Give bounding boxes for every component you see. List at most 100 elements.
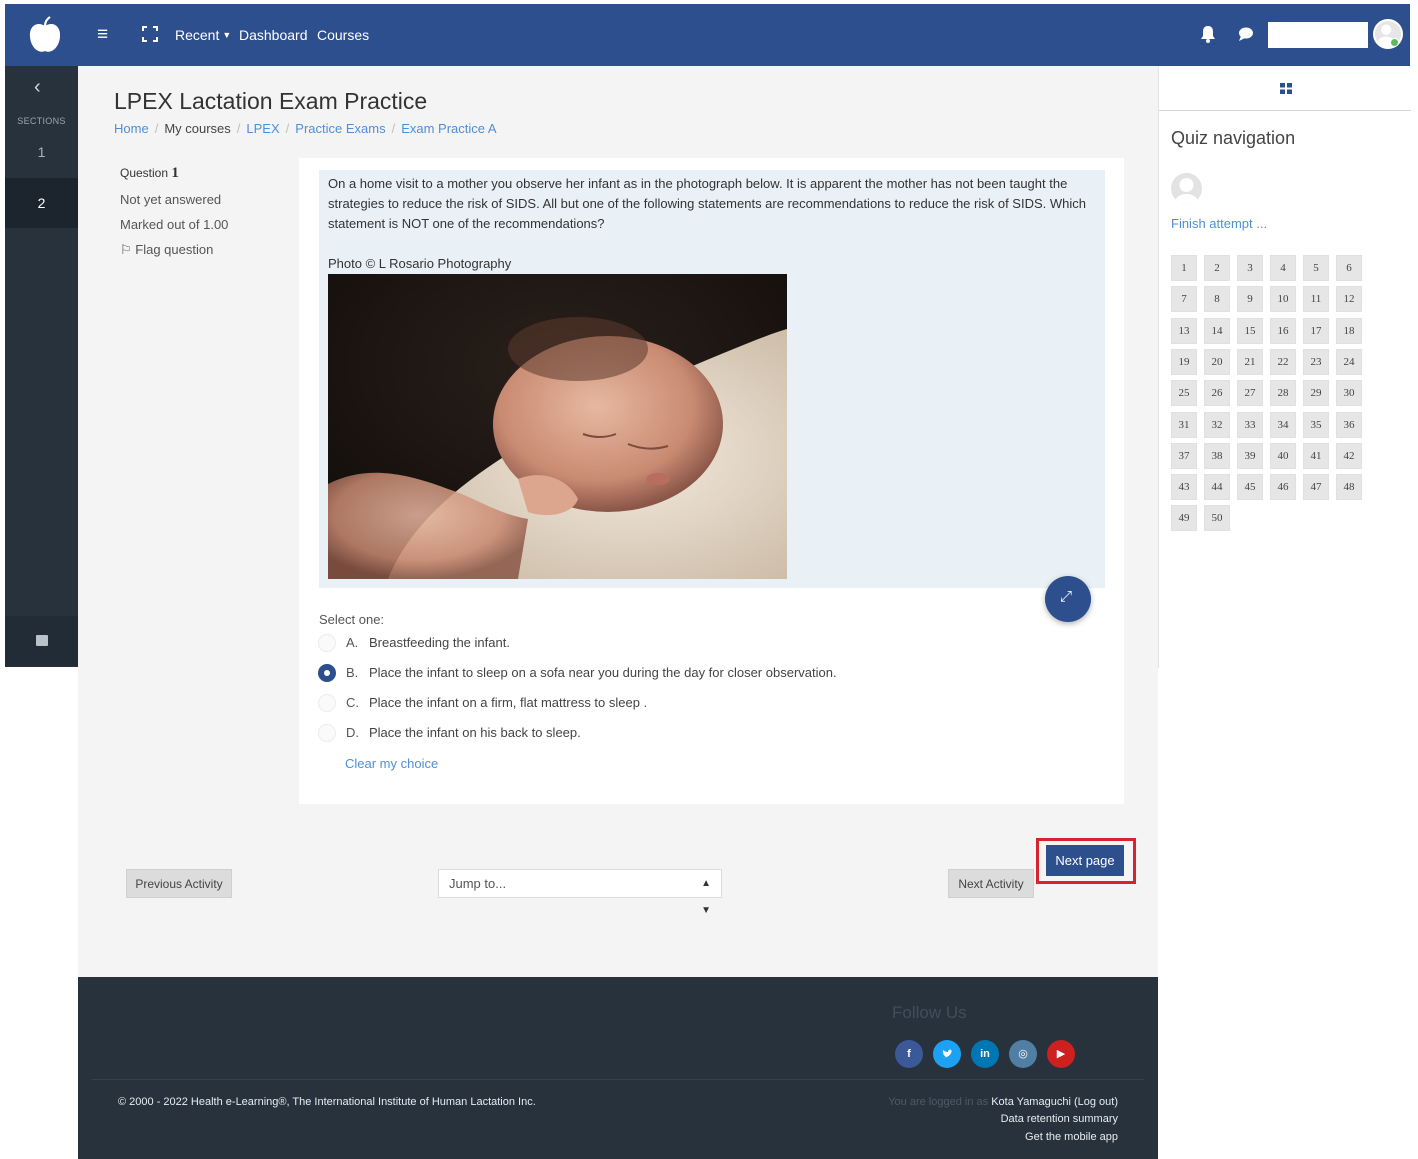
breadcrumb-my-courses[interactable]: My courses xyxy=(164,121,230,136)
quiz-nav-question-27[interactable]: 27 xyxy=(1237,380,1263,407)
quiz-nav-question-47[interactable]: 47 xyxy=(1303,474,1329,501)
quiz-nav-question-12[interactable]: 12 xyxy=(1336,286,1362,313)
quiz-nav-question-2[interactable]: 2 xyxy=(1204,255,1230,281)
quiz-nav-question-19[interactable]: 19 xyxy=(1171,348,1197,375)
quiz-nav-question-44[interactable]: 44 xyxy=(1204,474,1230,501)
quiz-nav-question-48[interactable]: 48 xyxy=(1336,474,1362,501)
quiz-nav-question-24[interactable]: 24 xyxy=(1336,348,1362,375)
quiz-nav-question-41[interactable]: 41 xyxy=(1303,442,1329,469)
quiz-nav-question-45[interactable]: 45 xyxy=(1237,474,1263,501)
nav-dashboard[interactable]: Dashboard xyxy=(239,27,308,43)
quiz-nav-question-3[interactable]: 3 xyxy=(1237,255,1263,281)
flag-icon: ⚐ xyxy=(120,242,132,257)
quiz-nav-question-38[interactable]: 38 xyxy=(1204,442,1230,469)
search-input[interactable] xyxy=(1268,22,1368,48)
question-marks: Marked out of 1.00 xyxy=(120,217,229,232)
finish-attempt-link[interactable]: Finish attempt ... xyxy=(1171,216,1267,231)
quiz-nav-question-5[interactable]: 5 xyxy=(1303,255,1329,281)
quiz-nav-question-42[interactable]: 42 xyxy=(1336,442,1362,469)
bell-icon[interactable] xyxy=(1200,25,1216,43)
option-c-text[interactable]: Place the infant on a firm, flat mattres… xyxy=(369,693,647,713)
quiz-nav-question-30[interactable]: 30 xyxy=(1336,380,1362,407)
caret-down-icon: ▼ xyxy=(222,30,232,40)
quiz-nav-question-15[interactable]: 15 xyxy=(1237,317,1263,344)
quiz-nav-question-33[interactable]: 33 xyxy=(1237,411,1263,438)
fullscreen-icon[interactable] xyxy=(142,26,158,42)
option-b-radio[interactable] xyxy=(318,664,336,682)
option-a-text[interactable]: Breastfeeding the infant. xyxy=(369,633,510,653)
previous-activity-button[interactable]: Previous Activity xyxy=(126,869,232,898)
nav-courses[interactable]: Courses xyxy=(317,27,369,43)
quiz-nav-question-16[interactable]: 16 xyxy=(1270,317,1296,344)
linkedin-icon[interactable]: in xyxy=(971,1040,999,1068)
quiz-nav-question-36[interactable]: 36 xyxy=(1336,411,1362,438)
youtube-icon[interactable]: ▶ xyxy=(1047,1040,1075,1068)
quiz-nav-question-8[interactable]: 8 xyxy=(1204,286,1230,313)
option-a-radio[interactable] xyxy=(318,634,336,652)
quiz-nav-question-9[interactable]: 9 xyxy=(1237,286,1263,313)
grid-icon[interactable] xyxy=(1280,83,1292,94)
facebook-icon[interactable]: f xyxy=(895,1040,923,1068)
next-page-button[interactable]: Next page xyxy=(1046,845,1124,876)
follow-us-label: Follow Us xyxy=(892,1003,967,1022)
chat-icon[interactable] xyxy=(1238,26,1254,42)
instagram-icon[interactable]: ◎ xyxy=(1009,1040,1037,1068)
logout-link[interactable]: (Log out) xyxy=(1074,1096,1118,1108)
quiz-nav-question-23[interactable]: 23 xyxy=(1303,348,1329,375)
quiz-nav-question-11[interactable]: 11 xyxy=(1303,286,1329,313)
option-c-radio[interactable] xyxy=(318,694,336,712)
option-b-text[interactable]: Place the infant to sleep on a sofa near… xyxy=(369,663,837,683)
quiz-nav-question-17[interactable]: 17 xyxy=(1303,317,1329,344)
twitter-icon[interactable] xyxy=(933,1040,961,1068)
quiz-nav-question-32[interactable]: 32 xyxy=(1204,411,1230,438)
quiz-nav-question-13[interactable]: 13 xyxy=(1171,317,1197,344)
jump-to-select[interactable]: Jump to... ▲ ▼ xyxy=(438,869,722,916)
next-activity-button[interactable]: Next Activity xyxy=(948,869,1034,898)
quiz-nav-question-25[interactable]: 25 xyxy=(1171,380,1197,407)
breadcrumb-practice-exams[interactable]: Practice Exams xyxy=(295,121,385,136)
quiz-nav-question-40[interactable]: 40 xyxy=(1270,442,1296,469)
quiz-nav-question-29[interactable]: 29 xyxy=(1303,380,1329,407)
quiz-nav-question-34[interactable]: 34 xyxy=(1270,411,1296,438)
option-d-text[interactable]: Place the infant on his back to sleep. xyxy=(369,723,581,743)
user-name-link[interactable]: Kota Yamaguchi xyxy=(991,1096,1071,1108)
expand-fab-button[interactable]: ⤢ xyxy=(1045,576,1091,622)
option-b-letter: B. xyxy=(346,665,359,680)
apple-logo-icon[interactable] xyxy=(27,16,63,54)
quiz-nav-question-49[interactable]: 49 xyxy=(1171,505,1197,532)
quiz-nav-question-50[interactable]: 50 xyxy=(1204,505,1230,532)
quiz-nav-question-39[interactable]: 39 xyxy=(1237,442,1263,469)
quiz-nav-question-18[interactable]: 18 xyxy=(1336,317,1362,344)
breadcrumb-home[interactable]: Home xyxy=(114,121,149,136)
page-title: LPEX Lactation Exam Practice xyxy=(114,88,428,114)
quiz-nav-question-22[interactable]: 22 xyxy=(1270,348,1296,375)
option-d-radio[interactable] xyxy=(318,724,336,742)
quiz-nav-question-20[interactable]: 20 xyxy=(1204,348,1230,375)
menu-icon[interactable]: ≡ xyxy=(97,24,108,46)
quiz-nav-question-43[interactable]: 43 xyxy=(1171,474,1197,501)
quiz-nav-question-6[interactable]: 6 xyxy=(1336,255,1362,281)
breadcrumb-exam-practice-a[interactable]: Exam Practice A xyxy=(401,121,496,136)
breadcrumb-lpex[interactable]: LPEX xyxy=(246,121,279,136)
quiz-nav-question-28[interactable]: 28 xyxy=(1270,380,1296,407)
quiz-nav-question-14[interactable]: 14 xyxy=(1204,317,1230,344)
mobile-app-link[interactable]: Get the mobile app xyxy=(1025,1131,1118,1143)
quiz-nav-question-7[interactable]: 7 xyxy=(1171,286,1197,313)
flag-question-button[interactable]: ⚐ Flag question xyxy=(120,242,228,258)
section-item-2[interactable]: 2 xyxy=(5,178,78,228)
clear-choice-link[interactable]: Clear my choice xyxy=(345,756,438,771)
quiz-nav-question-46[interactable]: 46 xyxy=(1270,474,1296,501)
data-retention-link[interactable]: Data retention summary xyxy=(1001,1113,1118,1125)
quiz-nav-question-35[interactable]: 35 xyxy=(1303,411,1329,438)
section-item-1[interactable]: 1 xyxy=(5,144,78,160)
sidebar-bottom-toggle[interactable] xyxy=(5,616,78,666)
quiz-nav-question-26[interactable]: 26 xyxy=(1204,380,1230,407)
quiz-nav-question-21[interactable]: 21 xyxy=(1237,348,1263,375)
quiz-nav-question-31[interactable]: 31 xyxy=(1171,411,1197,438)
quiz-nav-question-37[interactable]: 37 xyxy=(1171,442,1197,469)
quiz-nav-question-10[interactable]: 10 xyxy=(1270,286,1296,313)
quiz-nav-question-4[interactable]: 4 xyxy=(1270,255,1296,281)
quiz-nav-question-1[interactable]: 1 xyxy=(1171,255,1197,281)
nav-recent[interactable]: Recent ▼ xyxy=(175,27,231,43)
chevron-left-icon[interactable]: ‹ xyxy=(34,76,41,99)
